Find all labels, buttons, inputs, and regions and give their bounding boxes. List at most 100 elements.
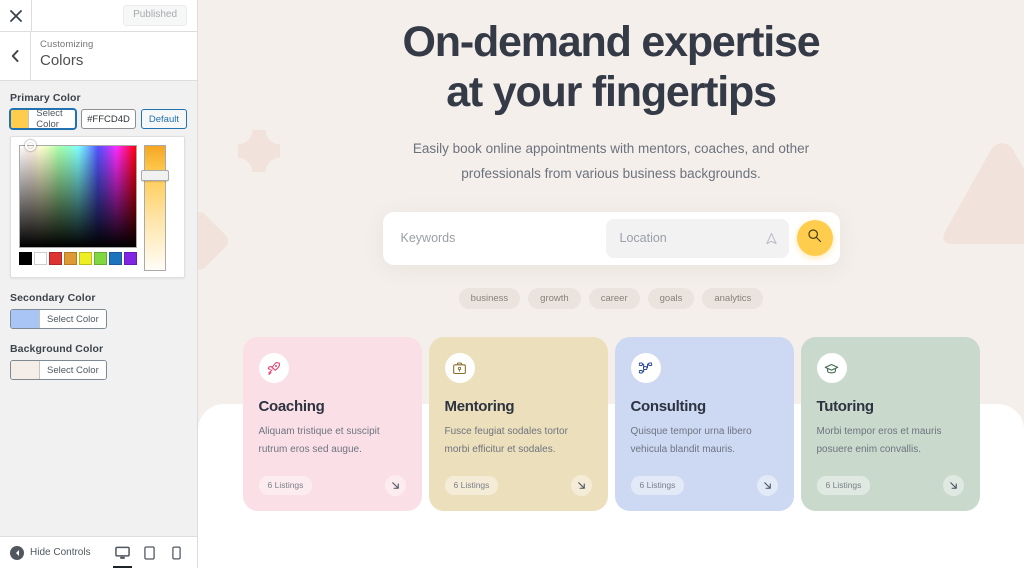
card-footer: 6 Listings	[444, 475, 592, 497]
briefcase-icon	[444, 353, 475, 384]
category-card[interactable]: Tutoring Morbi tempor eros et mauris posue…	[800, 337, 980, 512]
secondary-color-swatch	[11, 310, 39, 328]
control-primary-color: Primary Color Select Color #FFCD4D Defau…	[10, 92, 187, 278]
tablet-icon[interactable]	[137, 537, 162, 568]
chevron-left-icon[interactable]	[0, 32, 31, 80]
secondary-color-row: Select Color	[10, 309, 187, 329]
card-description: Fusce feugiat sodales tortor morbi effici…	[445, 423, 592, 458]
primary-default-button[interactable]: Default	[140, 109, 187, 129]
background-select-color-label: Select Color	[39, 361, 106, 379]
mobile-icon[interactable]	[164, 537, 189, 568]
hero-title: On-demand expertise at your fingertips	[198, 18, 1024, 118]
publish-button[interactable]: Published	[123, 5, 187, 26]
hide-controls-label: Hide Controls	[30, 547, 91, 558]
collapse-left-icon	[10, 545, 24, 560]
primary-select-color-button[interactable]: Select Color	[10, 109, 77, 129]
arrow-down-right-icon[interactable]	[384, 475, 406, 497]
search-icon	[807, 228, 822, 248]
search-button[interactable]	[796, 220, 833, 257]
card-desc-line-2: rutrum eros sed augue.	[258, 443, 362, 455]
palette-swatch[interactable]	[49, 252, 62, 265]
hero-title-line-2: at your fingertips	[446, 67, 777, 116]
listings-badge: 6 Listings	[816, 476, 871, 495]
listings-badge: 6 Listings	[258, 476, 313, 495]
customizer-screen: Published Customizing Colors Primary Col…	[0, 0, 1024, 568]
card-title: Consulting	[630, 398, 707, 416]
color-palette	[19, 252, 137, 265]
search-location-input[interactable]: Location	[605, 218, 789, 258]
primary-hex-input[interactable]: #FFCD4D	[81, 109, 136, 129]
card-desc-line-2: morbi efficitur et sodales.	[444, 443, 556, 455]
search-location-placeholder: Location	[619, 231, 667, 246]
tag-chip[interactable]: growth	[528, 287, 581, 310]
secondary-color-label: Secondary Color	[10, 292, 96, 304]
palette-swatch[interactable]	[94, 252, 107, 265]
card-description: Quisque tempor urna libero vehicula bland…	[631, 423, 778, 458]
hide-controls-button[interactable]: Hide Controls	[10, 545, 91, 560]
background-select-color-button[interactable]: Select Color	[10, 360, 107, 380]
background-color-label: Background Color	[10, 343, 104, 355]
listings-badge: 6 Listings	[630, 476, 685, 495]
card-title: Mentoring	[444, 398, 515, 416]
card-desc-line-1: Morbi tempor eros et mauris	[816, 426, 942, 438]
primary-color-swatch	[11, 110, 29, 128]
arrow-down-right-icon[interactable]	[942, 475, 964, 497]
panel-titles: Customizing Colors	[31, 32, 93, 80]
category-cards: Coaching Aliquam tristique et suscipit rut…	[216, 337, 1006, 512]
sitemap-icon	[630, 353, 661, 384]
palette-swatch[interactable]	[64, 252, 77, 265]
listings-badge: 6 Listings	[444, 476, 499, 495]
tag-chip[interactable]: business	[458, 287, 521, 310]
arrow-down-right-icon[interactable]	[570, 475, 592, 497]
primary-color-row: Select Color #FFCD4D Default	[10, 109, 187, 129]
search-bar: Keywords Location	[382, 211, 840, 265]
background-color-row: Select Color	[10, 360, 187, 380]
category-card[interactable]: Mentoring Fusce feugiat sodales tortor mor…	[428, 337, 608, 512]
navigation-arrow-icon[interactable]	[765, 232, 778, 245]
customizer-footer: Hide Controls	[0, 536, 197, 568]
card-footer: 6 Listings	[258, 475, 406, 497]
tag-list: business growth career goals analytics	[198, 287, 1024, 310]
close-icon[interactable]	[0, 0, 32, 31]
saturation-value-area[interactable]	[19, 140, 137, 248]
control-secondary-color: Secondary Color Select Color	[10, 292, 187, 329]
hero-subtitle: Easily book online appointments with men…	[198, 137, 1024, 187]
palette-swatch[interactable]	[124, 252, 137, 265]
card-desc-line-2: vehicula blandit mauris.	[630, 443, 736, 455]
saturation-cursor[interactable]	[25, 140, 36, 151]
card-footer: 6 Listings	[630, 475, 778, 497]
hero-section: On-demand expertise at your fingertips E…	[198, 0, 1024, 187]
desktop-icon[interactable]	[110, 537, 135, 568]
tag-chip[interactable]: career	[588, 287, 640, 310]
breadcrumb: Customizing	[40, 39, 94, 50]
alpha-slider[interactable]	[141, 145, 169, 271]
hero-subtitle-line-1: Easily book online appointments with men…	[412, 140, 810, 156]
customizer-topbar: Published	[0, 0, 197, 32]
tag-chip[interactable]: analytics	[702, 287, 764, 310]
palette-swatch[interactable]	[34, 252, 47, 265]
category-card[interactable]: Consulting Quisque tempor urna libero vehi…	[614, 337, 794, 512]
palette-swatch[interactable]	[19, 252, 32, 265]
hero-title-line-1: On-demand expertise	[402, 18, 821, 66]
card-title: Coaching	[258, 398, 325, 416]
decor-diamond	[198, 208, 232, 274]
control-background-color: Background Color Select Color	[10, 343, 187, 380]
rocket-icon	[258, 353, 289, 384]
search-keywords-input[interactable]: Keywords	[383, 212, 606, 265]
arrow-down-right-icon[interactable]	[756, 475, 778, 497]
customizer-controls: Primary Color Select Color #FFCD4D Defau…	[0, 81, 197, 536]
palette-swatch[interactable]	[79, 252, 92, 265]
card-title: Tutoring	[816, 398, 875, 416]
device-switcher	[110, 537, 189, 568]
secondary-select-color-button[interactable]: Select Color	[10, 309, 107, 329]
color-picker-popup[interactable]	[10, 136, 185, 278]
customizer-sidebar: Published Customizing Colors Primary Col…	[0, 0, 198, 568]
palette-swatch[interactable]	[109, 252, 122, 265]
card-desc-line-1: Quisque tempor urna libero	[630, 426, 752, 438]
tag-chip[interactable]: goals	[647, 287, 695, 310]
alpha-slider-handle[interactable]	[141, 170, 169, 181]
card-description: Morbi tempor eros et mauris posuere enim …	[817, 423, 964, 458]
site-preview: On-demand expertise at your fingertips E…	[198, 0, 1024, 568]
hero-subtitle-line-2: professionals from various business back…	[461, 165, 761, 181]
category-card[interactable]: Coaching Aliquam tristique et suscipit rut…	[242, 337, 422, 512]
